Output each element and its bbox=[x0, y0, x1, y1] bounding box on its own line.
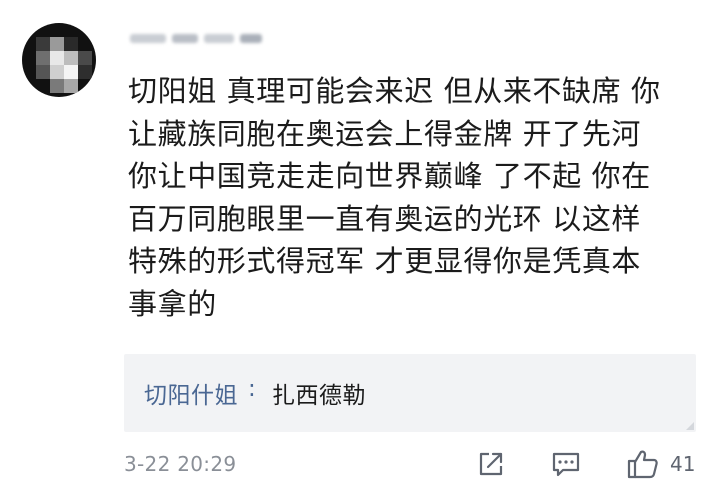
comment-timestamp: 3-22 20:29 bbox=[124, 452, 237, 476]
comment-line: 让藏族同胞在奥运会上得金牌 开了先河 bbox=[128, 116, 642, 151]
comment-icon bbox=[552, 452, 580, 477]
thumbs-up-icon bbox=[627, 450, 658, 479]
reply-text: 扎西德勒 bbox=[272, 383, 366, 409]
comment-line: 特殊的形式得冠军 才更显得你是凭真本 bbox=[128, 244, 642, 278]
comment-button[interactable] bbox=[551, 449, 581, 479]
like-count: 41 bbox=[670, 452, 696, 476]
share-icon bbox=[479, 452, 503, 476]
comment-card: 切阳姐 真理可能会来迟 但从来不缺席 你 让藏族同胞在奥运会上得金牌 开了先河 … bbox=[0, 0, 720, 494]
comment-line: 百万同胞眼里一直有奥运的光环 以这样 bbox=[128, 201, 642, 236]
comment-line: 事拿的 bbox=[128, 286, 217, 321]
username-blurred[interactable] bbox=[130, 30, 270, 46]
corner-mark-icon bbox=[686, 422, 694, 430]
reply-box[interactable]: 切阳什姐 : 扎西德勒 bbox=[124, 354, 696, 432]
comment-body: 切阳姐 真理可能会来迟 但从来不缺席 你 让藏族同胞在奥运会上得金牌 开了先河 … bbox=[128, 70, 698, 325]
like-button[interactable]: 41 bbox=[626, 449, 696, 479]
reply-separator: : bbox=[248, 376, 256, 402]
comment-line: 切阳姐 真理可能会来迟 但从来不缺席 你 bbox=[128, 74, 661, 108]
share-button[interactable] bbox=[476, 449, 506, 479]
reply-author[interactable]: 切阳什姐 bbox=[144, 376, 238, 410]
avatar[interactable] bbox=[22, 23, 96, 97]
comment-line: 你让中国竞走走向世界巅峰 了不起 你在 bbox=[128, 159, 651, 193]
